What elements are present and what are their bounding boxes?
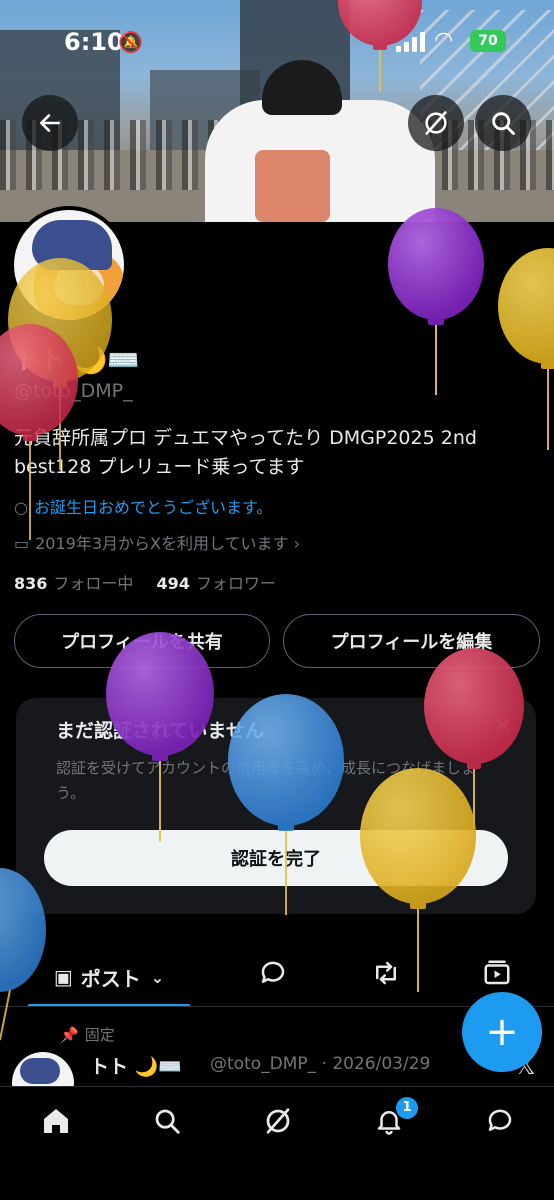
following-label: フォロー中 <box>53 574 134 593</box>
profile-handle: @toto_DMP_ <box>14 380 133 402</box>
balloon-icon: ○ <box>14 498 28 517</box>
tab-posts-label: ポスト <box>80 966 141 991</box>
nav-search[interactable] <box>147 1101 187 1141</box>
followers-label: フォロワー <box>195 574 276 593</box>
joined-row[interactable]: ▭ 2019年3月からXを利用しています › <box>14 530 300 554</box>
video-icon <box>484 960 510 985</box>
joined-date: 2019年3月からXを利用しています <box>35 534 289 553</box>
followers-link[interactable]: 494 フォロワー <box>157 574 276 593</box>
bottom-nav: 1 <box>0 1086 554 1200</box>
profile-name: トト 🌙⌨️ <box>14 346 140 376</box>
messages-icon <box>488 1109 512 1131</box>
posts-icon: ▣ <box>53 965 73 989</box>
back-arrow-icon <box>40 114 60 132</box>
plus-icon: + <box>485 1009 519 1055</box>
edit-profile-button[interactable]: プロフィールを編集 <box>283 614 540 668</box>
avatar-cap <box>20 1058 60 1084</box>
repost-icon <box>376 961 396 985</box>
verification-card: まだ認証されていません ✕ 認証を受けてアカウントの信用度を高め、成長につなげま… <box>16 698 536 914</box>
search-icon <box>492 112 515 135</box>
status-time: 6:10 <box>64 28 124 56</box>
pinned-label: 固定 <box>84 1026 115 1044</box>
back-button[interactable] <box>22 95 78 151</box>
profile-avatar[interactable] <box>10 206 128 324</box>
verification-description: 認証を受けてアカウントの信用度を高め、成長につなげましょう。 <box>56 759 477 802</box>
grok-button[interactable] <box>408 95 464 151</box>
followers-count: 494 <box>156 574 190 593</box>
calendar-icon: ▭ <box>14 534 30 553</box>
share-profile-button[interactable]: プロフィールを共有 <box>14 614 270 668</box>
avatar-cap <box>32 220 112 270</box>
banner-shirt-print <box>255 150 330 222</box>
profile-tabs: ▣ ポスト ⌄ <box>0 948 554 1008</box>
birthday-row: ○ お誕生日おめでとうございます。 <box>14 494 272 518</box>
battery-tip <box>507 37 510 45</box>
grok-icon <box>266 1108 290 1134</box>
search-button[interactable] <box>475 95 531 151</box>
notification-badge: 1 <box>396 1097 418 1119</box>
tab-posts[interactable]: ▣ ポスト ⌄ <box>28 948 190 1006</box>
tab-reposts[interactable] <box>370 958 402 995</box>
post-meta: @toto_DMP_ · 2026/03/29 <box>210 1054 431 1074</box>
following-link[interactable]: 836 フォロー中 <box>14 574 133 593</box>
close-icon[interactable]: ✕ <box>494 714 512 739</box>
silent-bell-icon: 🔕 <box>118 30 143 54</box>
nav-messages[interactable] <box>480 1101 520 1141</box>
follow-stats: 836 フォロー中 494 フォロワー <box>14 570 276 594</box>
chevron-down-icon: ⌄ <box>150 967 165 987</box>
pin-icon: 📌 <box>60 1026 79 1044</box>
nav-grok[interactable] <box>258 1101 298 1141</box>
grok-icon <box>425 111 447 135</box>
pinned-indicator: 📌 固定 <box>60 1024 115 1045</box>
tab-replies[interactable] <box>258 958 288 995</box>
complete-verification-button[interactable]: 認証を完了 <box>44 830 508 886</box>
wifi-icon: ◠ <box>434 28 454 53</box>
chevron-right-icon: › <box>293 534 301 553</box>
profile-bio: 元負辞所属プロ デュエマやってたり DMGP2025 2nd best128 プ… <box>14 427 477 478</box>
post-author-name[interactable]: トト 🌙⌨️ <box>90 1052 182 1079</box>
status-bar: 6:10 🔕 ◠ 70 <box>0 0 554 80</box>
home-icon <box>44 1109 68 1133</box>
cellular-signal-icon <box>396 32 426 52</box>
balloon-yellow <box>498 248 554 450</box>
birthday-message: お誕生日おめでとうございます。 <box>33 498 273 517</box>
following-count: 836 <box>14 574 48 593</box>
nav-home[interactable] <box>36 1101 76 1141</box>
reply-icon <box>261 961 285 983</box>
compose-button[interactable]: + <box>462 992 542 1072</box>
balloon-purple <box>388 208 484 395</box>
search-icon <box>155 1109 180 1134</box>
battery-icon: 70 <box>470 30 506 52</box>
tab-media[interactable] <box>482 958 512 995</box>
verification-title: まだ認証されていません <box>56 720 264 742</box>
avatar-face <box>54 265 104 305</box>
